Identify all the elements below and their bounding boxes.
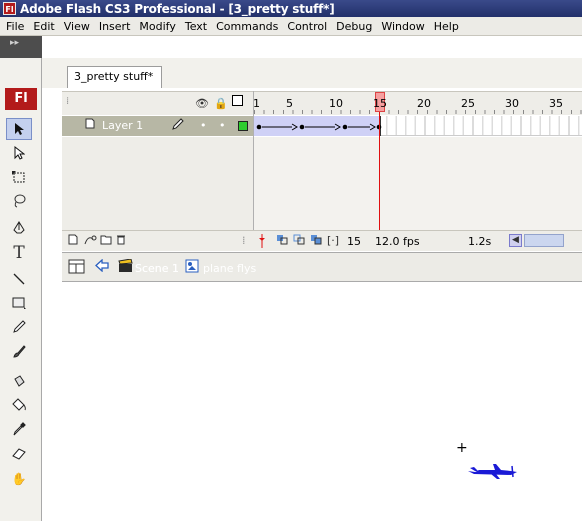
plane-movie-clip[interactable] xyxy=(467,460,519,483)
current-frame: 15 xyxy=(347,235,361,248)
scroll-left-button[interactable]: ◀ xyxy=(509,234,522,247)
timeline-toggle-icon[interactable] xyxy=(68,259,85,278)
delete-layer-trash-icon[interactable] xyxy=(116,234,126,248)
menu-insert[interactable]: Insert xyxy=(95,20,136,33)
keyframe-dot xyxy=(299,124,305,130)
frame-number: 20 xyxy=(417,97,431,110)
tools-panel: Fl T ✋ xyxy=(0,58,42,521)
back-arrow-icon[interactable] xyxy=(95,258,109,276)
onion-skin-icon[interactable] xyxy=(276,234,288,248)
frame-number: 35 xyxy=(549,97,563,110)
menu-file[interactable]: File xyxy=(2,20,29,33)
menu-commands[interactable]: Commands xyxy=(212,20,283,33)
outline-square-icon[interactable] xyxy=(232,95,243,109)
elapsed-time: 1.2s xyxy=(468,235,492,248)
frame-number: 30 xyxy=(505,97,519,110)
menu-edit[interactable]: Edit xyxy=(29,20,59,33)
menu-modify[interactable]: Modify xyxy=(135,20,180,33)
hand-tool-icon[interactable]: ✋ xyxy=(6,468,32,490)
rectangle-tool-icon[interactable] xyxy=(6,292,32,314)
layer-row[interactable]: Layer 1 • • xyxy=(62,116,253,136)
timeline-footer: ⁞ [·] 15 12.0 fps 1.2s ◀ xyxy=(62,230,582,251)
eyedropper-tool-icon[interactable] xyxy=(6,418,32,440)
lock-icon[interactable]: 🔒 xyxy=(214,97,228,110)
menu-control[interactable]: Control xyxy=(283,20,332,33)
menu-window[interactable]: Window xyxy=(377,20,429,33)
toolbox-header[interactable]: ▸▸ xyxy=(0,36,42,58)
selection-tool-icon[interactable] xyxy=(6,118,32,140)
timeline-grip-icon[interactable]: ⁞ xyxy=(66,96,69,107)
edit-pencil-icon xyxy=(172,118,184,133)
registration-crosshair-icon: + xyxy=(456,440,468,456)
scroll-grip-icon[interactable]: ⁞ xyxy=(242,234,246,247)
symbol-label[interactable]: plane flys xyxy=(203,262,256,275)
frame-number: 5 xyxy=(286,97,293,110)
frame-number: 10 xyxy=(329,97,343,110)
subselection-tool-icon[interactable] xyxy=(6,142,32,164)
keyframe-dot xyxy=(256,124,262,130)
lock-dot[interactable]: • xyxy=(219,119,226,132)
keyframe-dot xyxy=(342,124,348,130)
frame-number: 1 xyxy=(253,97,260,110)
insert-layer-icon[interactable] xyxy=(67,234,78,248)
line-tool-icon[interactable] xyxy=(6,268,32,290)
layer-name[interactable]: Layer 1 xyxy=(102,119,143,132)
timeline-scrollbar-thumb[interactable] xyxy=(524,234,564,247)
add-motion-guide-icon[interactable] xyxy=(84,234,97,248)
layer-page-icon xyxy=(84,118,95,132)
scene-clapper-icon xyxy=(118,258,133,277)
document-tab[interactable]: 3_pretty stuff* xyxy=(67,66,163,88)
movie-clip-symbol-icon xyxy=(185,259,199,277)
menu-view[interactable]: View xyxy=(60,20,95,33)
insert-folder-icon[interactable] xyxy=(100,234,112,248)
eraser-tool-icon[interactable] xyxy=(6,442,32,464)
onion-skin-outlines-icon[interactable] xyxy=(293,234,305,248)
edit-bar: Scene 1 plane flys xyxy=(62,252,582,282)
window-title: Adobe Flash CS3 Professional - [3_pretty… xyxy=(20,1,335,16)
modify-onion-markers-icon[interactable]: [·] xyxy=(327,234,339,247)
pen-tool-icon[interactable] xyxy=(6,218,32,240)
flash-app-icon: Fl xyxy=(3,2,16,15)
timeline-divider[interactable] xyxy=(253,91,254,251)
text-tool-icon[interactable]: T xyxy=(6,242,32,264)
ink-bottle-tool-icon[interactable] xyxy=(6,370,32,392)
title-bar: Fl Adobe Flash CS3 Professional - [3_pre… xyxy=(0,0,582,17)
edit-multiple-frames-icon[interactable] xyxy=(310,234,322,248)
motion-tween-span[interactable] xyxy=(253,116,382,136)
menu-debug[interactable]: Debug xyxy=(332,20,377,33)
stage-canvas[interactable] xyxy=(62,283,582,521)
menu-help[interactable]: Help xyxy=(430,20,464,33)
brush-tool-icon[interactable] xyxy=(6,340,32,362)
pencil-tool-icon[interactable] xyxy=(6,316,32,338)
timeline-header: ⁞ 👁 🔒 1 5 10 15 20 25 30 35 xyxy=(62,91,582,115)
frame-rate[interactable]: 12.0 fps xyxy=(375,235,420,248)
menu-bar: File Edit View Insert Modify Text Comman… xyxy=(0,17,582,36)
show-hide-eye-icon[interactable]: 👁 xyxy=(195,97,209,110)
frame-number: 25 xyxy=(461,97,475,110)
frames-empty xyxy=(253,137,582,230)
lasso-tool-icon[interactable] xyxy=(6,190,32,212)
layer-outline-color[interactable] xyxy=(238,121,248,131)
menu-text[interactable]: Text xyxy=(181,20,212,33)
expand-arrows-icon[interactable]: ▸▸ xyxy=(10,38,19,48)
free-transform-tool-icon[interactable] xyxy=(6,166,32,188)
playhead-line xyxy=(379,112,380,230)
visibility-dot[interactable]: • xyxy=(200,119,207,132)
flash-logo: Fl xyxy=(5,88,37,110)
paint-bucket-tool-icon[interactable] xyxy=(6,394,32,416)
frame-number: 15 xyxy=(373,97,387,110)
center-frame-icon[interactable] xyxy=(258,234,266,251)
scene-label[interactable]: Scene 1 xyxy=(135,262,179,275)
frame-ruler[interactable] xyxy=(254,110,582,114)
